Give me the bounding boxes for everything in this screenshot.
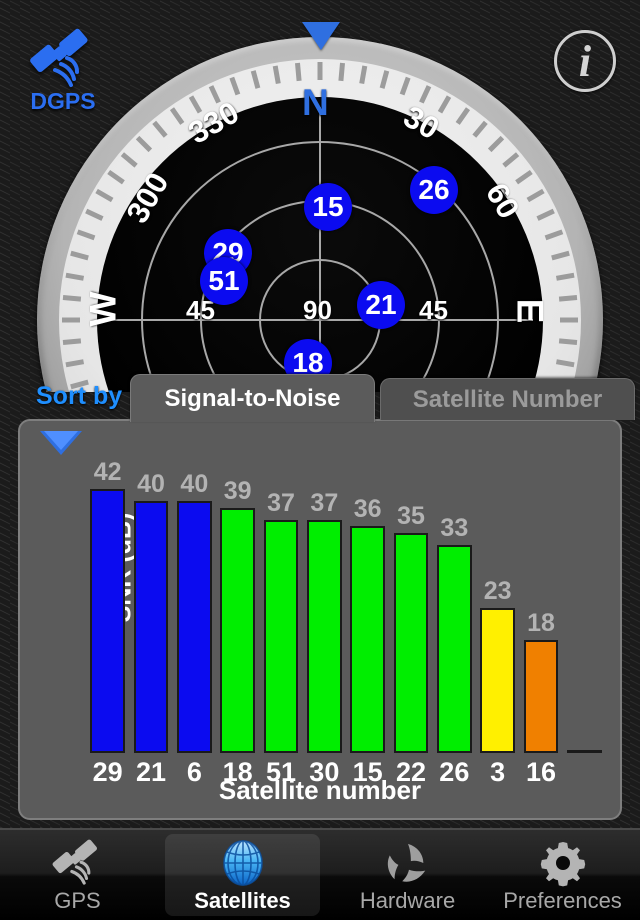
bar-chart-plot-area: 42 29 40 21 40 6 39 18 37 51 37 30 36 15 35 22 33 26 23 3 18… xyxy=(86,451,606,787)
bar-value-label: 37 xyxy=(267,489,295,517)
bar-slot: 39 18 xyxy=(220,451,255,787)
bar[interactable] xyxy=(177,501,212,753)
bar-value-label: 36 xyxy=(353,495,382,523)
azimuth-label-e: E xyxy=(509,298,551,324)
bar-slot: 35 22 xyxy=(393,451,429,787)
satellite-marker-51[interactable]: 51 xyxy=(200,257,248,305)
bar[interactable] xyxy=(393,533,429,753)
sort-by-label: Sort by xyxy=(36,382,123,410)
bar-slot: 42 29 xyxy=(90,451,125,787)
bar[interactable] xyxy=(350,526,385,753)
info-button[interactable]: i xyxy=(554,30,616,92)
dgps-label: DGPS xyxy=(30,88,96,114)
bar-slot: 37 51 xyxy=(263,451,299,787)
bar[interactable] xyxy=(437,545,472,753)
azimuth-label-n: N xyxy=(302,82,329,123)
bar-value-label: 37 xyxy=(310,489,339,517)
bar-value-label: 33 xyxy=(440,514,469,542)
chart-x-axis-label: Satellite number xyxy=(218,775,422,805)
sort-tab-bar[interactable]: Sort by Signal-to-Noise Satellite Number xyxy=(0,374,640,422)
bar-value-label: 40 xyxy=(137,470,165,498)
bar-slot: 33 26 xyxy=(437,451,472,787)
bar[interactable] xyxy=(90,489,125,753)
bar-slot: 18 16 xyxy=(523,451,559,787)
tabbar-label-preferences: Preferences xyxy=(503,888,622,913)
bar[interactable] xyxy=(307,520,342,753)
satellite-icon xyxy=(49,839,107,886)
bar-value-label: 42 xyxy=(93,458,122,486)
bar[interactable] xyxy=(263,520,299,753)
triskelion-icon xyxy=(385,840,431,886)
bar[interactable] xyxy=(220,508,255,753)
tabbar-item-gps[interactable]: GPS xyxy=(0,830,155,920)
globe-icon xyxy=(219,840,267,886)
tab-signal-to-noise-label: Signal-to-Noise xyxy=(164,384,341,412)
satellite-marker-15[interactable]: 15 xyxy=(304,183,352,231)
satellite-marker-21[interactable]: 21 xyxy=(357,281,405,329)
bar-slot xyxy=(567,451,602,753)
bar[interactable] xyxy=(480,608,515,753)
bar-value-label: 23 xyxy=(483,577,512,605)
bar[interactable] xyxy=(523,640,559,753)
bar-value-label: 18 xyxy=(527,609,555,637)
bar[interactable] xyxy=(133,501,169,753)
bottom-tab-bar[interactable]: GPS Satellites Hardware Preferences xyxy=(0,828,640,920)
bar-value-label: 39 xyxy=(223,477,252,505)
elevation-label-90: 90 xyxy=(303,295,332,325)
tab-satellite-number[interactable]: Satellite Number xyxy=(380,378,635,420)
tab-signal-to-noise[interactable]: Signal-to-Noise xyxy=(130,374,375,422)
bar-slot: 23 3 xyxy=(480,451,515,787)
bar-slot: 40 6 xyxy=(177,451,212,787)
elevation-label-right-45: 45 xyxy=(419,295,448,325)
bar-slot: 36 15 xyxy=(350,451,385,787)
bar-slot: 40 21 xyxy=(133,451,169,787)
bar-value-label: 40 xyxy=(180,470,209,498)
tab-satellite-number-label: Satellite Number xyxy=(412,385,603,413)
satellite-icon xyxy=(30,28,88,87)
tabbar-label-gps: GPS xyxy=(54,888,101,913)
tabbar-label-hardware: Hardware xyxy=(359,888,456,913)
north-pointer-icon xyxy=(302,22,340,50)
sky-plot-view[interactable]: N 30 60 E 300 330 W 45 90 45 15 26 29 51 21 1… xyxy=(0,0,640,392)
azimuth-label-w: W xyxy=(82,291,124,327)
tabbar-item-preferences[interactable]: Preferences xyxy=(485,830,640,920)
tabbar-item-satellites[interactable]: Satellites xyxy=(165,834,320,916)
snr-chart-panel: SNR (dB) 4229402140639183751373036153522… xyxy=(18,419,622,820)
tabbar-label-satellites: Satellites xyxy=(194,888,291,913)
satellite-marker-26[interactable]: 26 xyxy=(410,166,458,214)
bar-value-label: 35 xyxy=(397,502,425,530)
bar-slot: 37 30 xyxy=(307,451,342,787)
bar[interactable] xyxy=(567,750,602,753)
info-icon: i xyxy=(578,36,592,86)
dgps-status-indicator: DGPS xyxy=(20,28,106,115)
gear-icon xyxy=(539,840,587,887)
collapse-triangle-icon[interactable] xyxy=(40,431,82,455)
tabbar-item-hardware[interactable]: Hardware xyxy=(330,830,485,920)
